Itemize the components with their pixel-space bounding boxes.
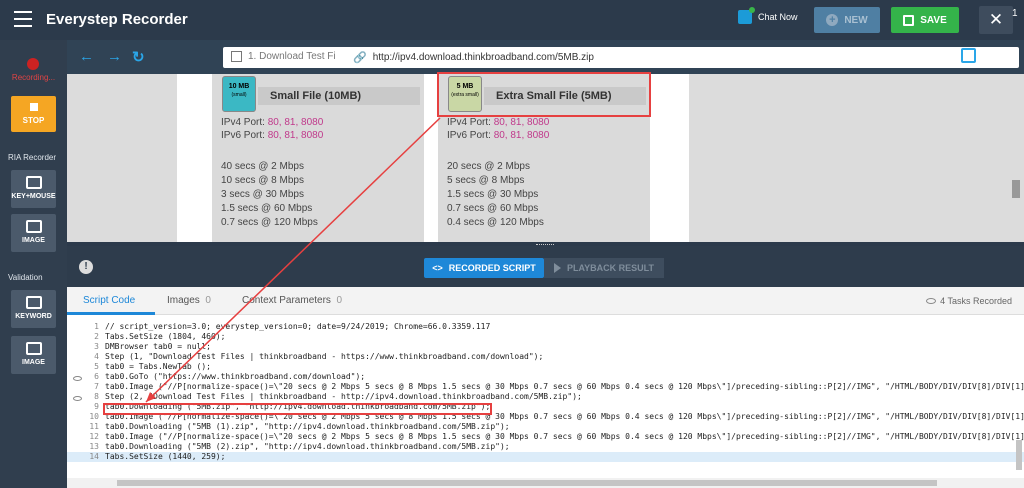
- chat-now-button[interactable]: Chat Now: [738, 7, 798, 24]
- image-validation-label: IMAGE: [22, 359, 45, 366]
- code-line[interactable]: 5 tab0 = Tabs.NewTab ();: [67, 362, 1024, 372]
- script-editor[interactable]: 1// script_version=3.0; everystep_versio…: [67, 316, 1024, 480]
- keyboard-mouse-icon: [25, 176, 42, 189]
- image-capture-button[interactable]: IMAGE: [11, 214, 56, 252]
- code-line[interactable]: 1// script_version=3.0; everystep_versio…: [67, 322, 1024, 332]
- script-tabs: Script Code Images 0 Context Parameters …: [67, 287, 1024, 315]
- code-line[interactable]: 8 Step (2, "Download Test Files | thinkbr…: [67, 392, 1024, 402]
- eye-icon: [926, 298, 937, 304]
- keyword-button[interactable]: KEYWORD: [11, 290, 56, 328]
- script-toolbar: ! <> RECORDED SCRIPT PLAYBACK RESULT: [67, 246, 1024, 287]
- image-icon: [25, 220, 42, 233]
- speed-line: 0.7 secs @ 120 Mbps: [221, 217, 318, 228]
- speed-line: 1.5 secs @ 30 Mbps: [447, 189, 539, 200]
- sidebar: Recording... STOP RIA Recorder KEY+MOUSE…: [0, 40, 67, 488]
- address-bar[interactable]: 1. Download Test Fi 🔗 http://ipv4.downlo…: [223, 47, 1019, 68]
- chat-now-label: Chat Now: [758, 12, 798, 22]
- page-icon: [231, 51, 242, 62]
- info-icon[interactable]: !: [79, 260, 93, 274]
- code-line[interactable]: 7 tab0.Image ("//P[normalize-space()=\"20…: [67, 382, 1024, 392]
- code-line[interactable]: 13 tab0.Downloading ("5MB (2).zip", "http…: [67, 442, 1024, 452]
- code-line[interactable]: 11 tab0.Downloading ("5MB (1).zip", "http…: [67, 422, 1024, 432]
- stop-button[interactable]: STOP: [11, 96, 56, 132]
- browser-toolbar: ← → ↻ 1. Download Test Fi 🔗 http://ipv4.…: [67, 40, 1024, 74]
- new-tab-icon[interactable]: [961, 48, 976, 63]
- chat-icon: [738, 7, 755, 24]
- keyword-icon: [25, 296, 42, 309]
- speed-line: 0.4 secs @ 120 Mbps: [447, 217, 544, 228]
- ria-recorder-heading: RIA Recorder: [8, 153, 57, 162]
- tab-title: 1. Download Test Fi: [248, 51, 336, 62]
- recording-status: Recording...: [11, 73, 56, 82]
- scrollbar-thumb[interactable]: [117, 480, 937, 486]
- speed-line: 20 secs @ 2 Mbps: [447, 161, 530, 172]
- code-line[interactable]: 2 Tabs.SetSize (1804, 460);: [67, 332, 1024, 342]
- tasks-recorded: 4 Tasks Recorded: [926, 296, 1012, 306]
- highlight-box-code: [103, 403, 492, 415]
- keyword-label: KEYWORD: [15, 313, 52, 320]
- play-icon: [553, 263, 561, 273]
- save-label: SAVE: [920, 14, 947, 26]
- forward-arrow-icon[interactable]: →: [107, 48, 122, 65]
- save-button[interactable]: SAVE: [891, 7, 959, 33]
- speed-line: 5 secs @ 8 Mbps: [447, 175, 525, 186]
- playback-result-label: PLAYBACK RESULT: [566, 263, 654, 273]
- tab-selector[interactable]: 1. Download Test Fi: [231, 51, 336, 62]
- url-text[interactable]: http://ipv4.download.thinkbroadband.com/…: [373, 52, 594, 63]
- file-title-small: Small File (10MB): [270, 90, 362, 102]
- recording-icon: [27, 58, 39, 70]
- key-mouse-button[interactable]: KEY+MOUSE: [11, 170, 56, 208]
- tab-script-code[interactable]: Script Code: [83, 295, 135, 306]
- code-line[interactable]: 4 Step (1, "Download Test Files | thinkbr…: [67, 352, 1024, 362]
- recorded-script-button[interactable]: <> RECORDED SCRIPT: [424, 258, 544, 278]
- speed-line: 1.5 secs @ 60 Mbps: [221, 203, 313, 214]
- tab-context-parameters[interactable]: Context Parameters 0: [242, 295, 342, 306]
- code-line[interactable]: 6 tab0.GoTo ("https://www.thinkbroadband.…: [67, 372, 1024, 382]
- code-vertical-scrollbar[interactable]: [1016, 440, 1022, 470]
- stop-icon: [29, 103, 38, 111]
- app-title: Everystep Recorder: [46, 11, 188, 28]
- tabs-icon[interactable]: [987, 48, 1002, 63]
- page-scrollbar[interactable]: [1012, 180, 1020, 198]
- close-icon: ✕: [988, 10, 1004, 29]
- recorded-script-label: RECORDED SCRIPT: [448, 263, 536, 273]
- refresh-icon[interactable]: ↻: [132, 48, 145, 66]
- close-button[interactable]: ✕: [979, 6, 1013, 34]
- stop-label: STOP: [22, 116, 45, 125]
- code-horizontal-scrollbar[interactable]: [67, 478, 1024, 488]
- menu-icon[interactable]: [14, 11, 32, 27]
- new-label: NEW: [844, 14, 868, 26]
- speed-line: 40 secs @ 2 Mbps: [221, 161, 304, 172]
- playback-result-button[interactable]: PLAYBACK RESULT: [544, 258, 664, 278]
- file-icon-small[interactable]: 10 MB (small): [222, 76, 256, 112]
- save-icon: [903, 14, 915, 26]
- validation-heading: Validation: [8, 273, 43, 282]
- tabs-count: 1: [1012, 8, 1018, 19]
- code-line[interactable]: 12 tab0.Image ("//P[normalize-space()=\"2…: [67, 432, 1024, 442]
- app-header: Everystep Recorder Chat Now + NEW SAVE ✕: [0, 0, 1024, 40]
- active-tab-indicator: [67, 312, 155, 315]
- key-mouse-label: KEY+MOUSE: [11, 193, 56, 200]
- speed-line: 3 secs @ 30 Mbps: [221, 189, 304, 200]
- image-label: IMAGE: [22, 237, 45, 244]
- new-button[interactable]: + NEW: [814, 7, 880, 33]
- speed-line: 0.7 secs @ 60 Mbps: [447, 203, 539, 214]
- highlight-box-file: [437, 72, 651, 117]
- image-check-icon: [25, 342, 42, 355]
- back-arrow-icon[interactable]: ←: [79, 48, 94, 65]
- code-icon: <>: [432, 263, 443, 273]
- link-icon: 🔗: [353, 52, 367, 64]
- code-line-current[interactable]: 14 Tabs.SetSize (1440, 259);: [67, 452, 1024, 462]
- speed-line: 10 secs @ 8 Mbps: [221, 175, 304, 186]
- tab-images[interactable]: Images 0: [167, 295, 211, 306]
- image-validation-button[interactable]: IMAGE: [11, 336, 56, 374]
- plus-icon: +: [826, 14, 839, 26]
- file-card-small[interactable]: 10 MB (small) Small File (10MB) IPv4 Por…: [212, 74, 424, 242]
- code-line[interactable]: 3 DMBrowser tab0 = null;: [67, 342, 1024, 352]
